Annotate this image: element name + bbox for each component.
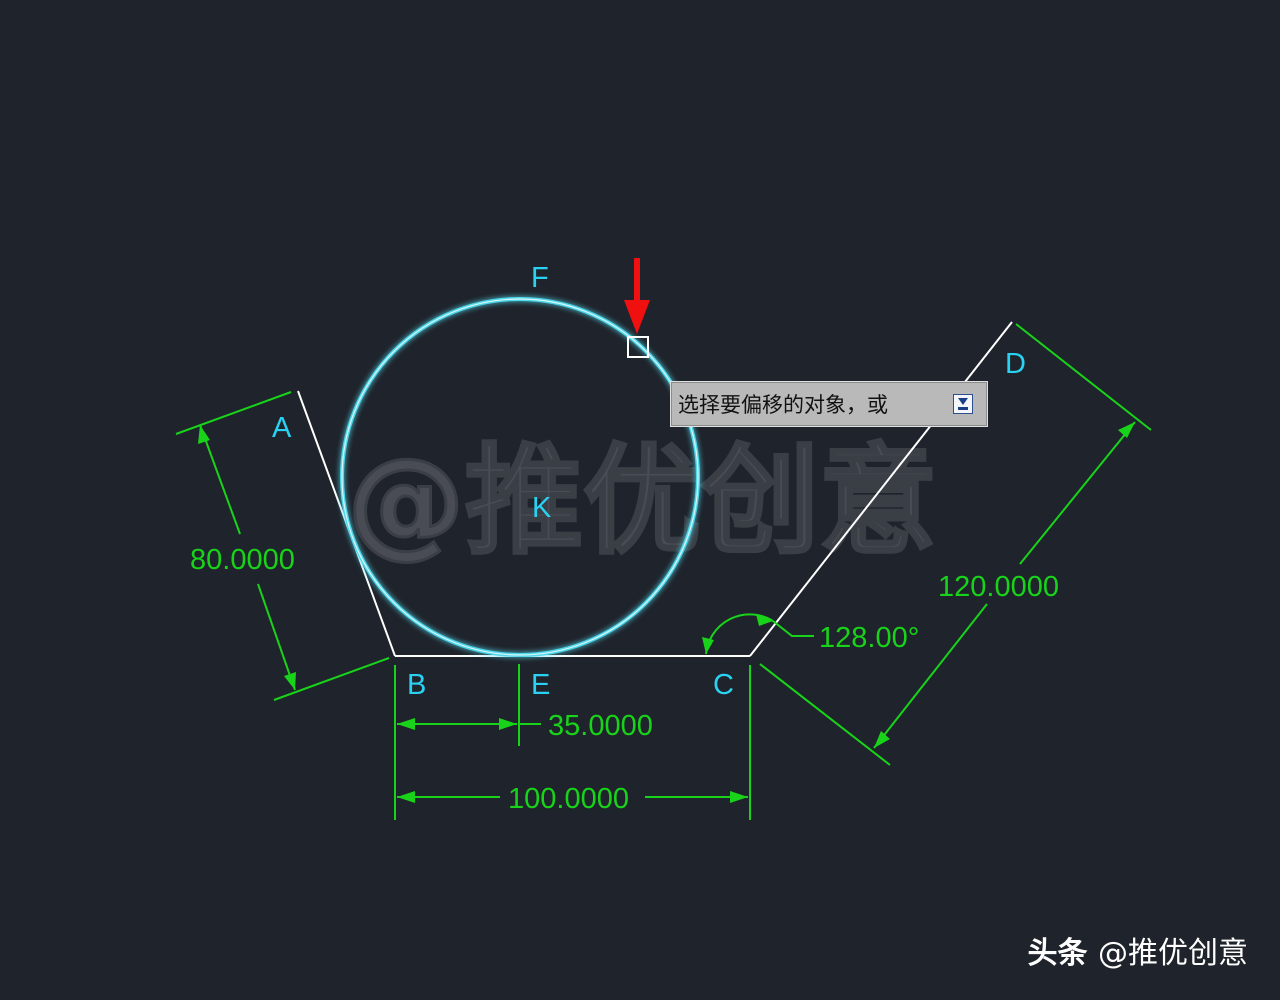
red-arrow-icon	[624, 258, 650, 334]
command-prompt-tooltip: 选择要偏移的对象，或	[670, 381, 988, 427]
label-d: D	[1005, 348, 1026, 380]
cad-drawing-canvas[interactable]: @推优创意 80.0000 35.0000 100.0000 120.0000 …	[0, 0, 1280, 1000]
dim-ab-text: 80.0000	[190, 544, 295, 576]
label-k: K	[532, 492, 552, 524]
label-b: B	[407, 669, 426, 701]
expand-down-icon[interactable]	[953, 394, 973, 414]
tooltip-prompt-text: 选择要偏移的对象，或	[678, 393, 888, 417]
watermark-text: @推优创意	[347, 432, 937, 570]
footer-brand: 头条	[1027, 936, 1088, 971]
label-f: F	[531, 262, 549, 294]
label-e: E	[531, 669, 550, 701]
footer-credit: 头条 @推优创意	[1028, 928, 1248, 972]
dim-be-text: 35.0000	[548, 710, 653, 742]
dim-cd-text: 120.0000	[938, 571, 1059, 603]
dim-bc-text: 100.0000	[508, 783, 629, 815]
dim-angle-text: 128.00°	[819, 622, 919, 654]
label-a: A	[272, 412, 292, 444]
label-c: C	[713, 669, 734, 701]
footer-handle: @推优创意	[1098, 936, 1248, 971]
